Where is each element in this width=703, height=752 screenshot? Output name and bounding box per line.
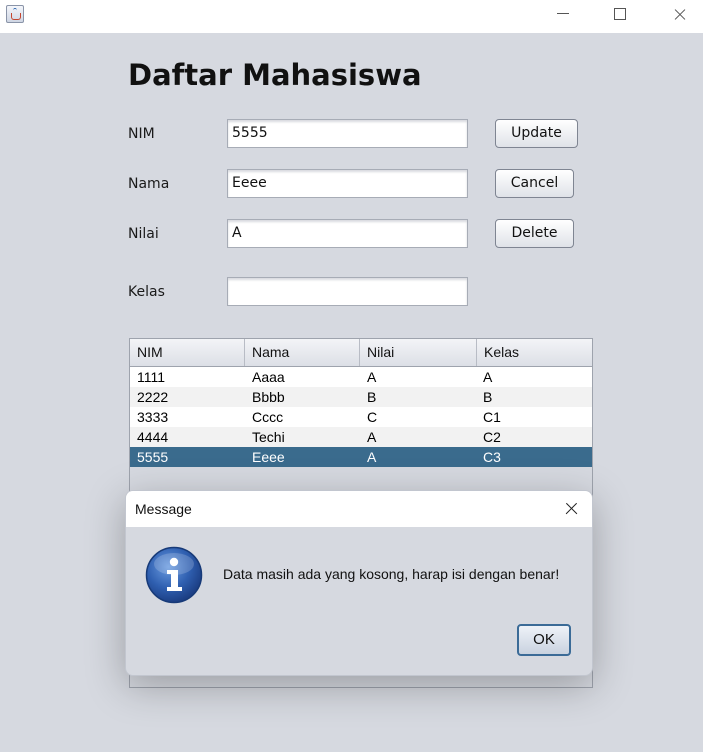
nilai-label: Nilai [128,226,159,242]
column-header-nilai[interactable]: Nilai [360,339,477,366]
update-button[interactable]: Update [495,119,578,148]
message-dialog: Message Data masih ada yang kosong, hara… [125,490,593,676]
close-icon[interactable] [656,0,702,33]
cell-kelas: A [483,369,493,385]
column-header-nim[interactable]: NIM [130,339,245,366]
table-header: NIM Nama Nilai Kelas [130,339,592,367]
cell-nilai: B [367,389,377,405]
dialog-close-icon[interactable] [551,491,591,527]
nama-label: Nama [128,176,170,192]
cell-nilai: A [367,429,377,445]
nilai-field[interactable]: A [227,219,468,248]
dialog-titlebar[interactable]: Message [126,491,592,527]
info-icon [145,546,203,604]
ok-button[interactable]: OK [517,624,571,656]
nim-field[interactable]: 5555 [227,119,468,148]
table-row[interactable]: 1111 Aaaa A A [130,367,592,387]
cell-kelas: B [483,389,493,405]
page-title: Daftar Mahasiswa [128,58,422,92]
cell-kelas: C3 [483,449,501,465]
cell-kelas: C1 [483,409,501,425]
cell-nim: 3333 [137,409,169,425]
dialog-message: Data masih ada yang kosong, harap isi de… [223,566,560,582]
cell-nim: 5555 [137,449,169,465]
dialog-title: Message [135,501,192,517]
cell-nilai: A [367,369,377,385]
cell-nilai: C [367,409,378,425]
table-row[interactable]: 2222 Bbbb B B [130,387,592,407]
cancel-button[interactable]: Cancel [495,169,574,198]
nim-label: NIM [128,126,155,142]
table-row[interactable]: 4444 Techi A C2 [130,427,592,447]
java-app-icon [6,5,24,23]
kelas-label: Kelas [128,284,165,300]
table-row-selected[interactable]: 5555 Eeee A C3 [130,447,592,467]
maximize-icon[interactable] [598,0,644,33]
nama-field[interactable]: Eeee [227,169,468,198]
window-titlebar [0,0,703,33]
table-body: 1111 Aaaa A A 2222 Bbbb B B 3333 Cccc C … [130,367,592,467]
minimize-icon[interactable] [540,0,586,33]
cell-nama: Aaaa [252,369,285,385]
cell-nim: 4444 [137,429,169,445]
kelas-field[interactable] [227,277,468,306]
delete-button[interactable]: Delete [495,219,574,248]
cell-nama: Techi [252,429,285,445]
cell-nim: 2222 [137,389,169,405]
cell-nama: Eeee [252,449,285,465]
cell-nim: 1111 [137,369,166,385]
cell-nilai: A [367,449,377,465]
cell-nama: Cccc [252,409,284,425]
column-header-kelas[interactable]: Kelas [477,339,592,366]
column-header-nama[interactable]: Nama [245,339,360,366]
cell-nama: Bbbb [252,389,285,405]
table-row[interactable]: 3333 Cccc C C1 [130,407,592,427]
cell-kelas: C2 [483,429,501,445]
